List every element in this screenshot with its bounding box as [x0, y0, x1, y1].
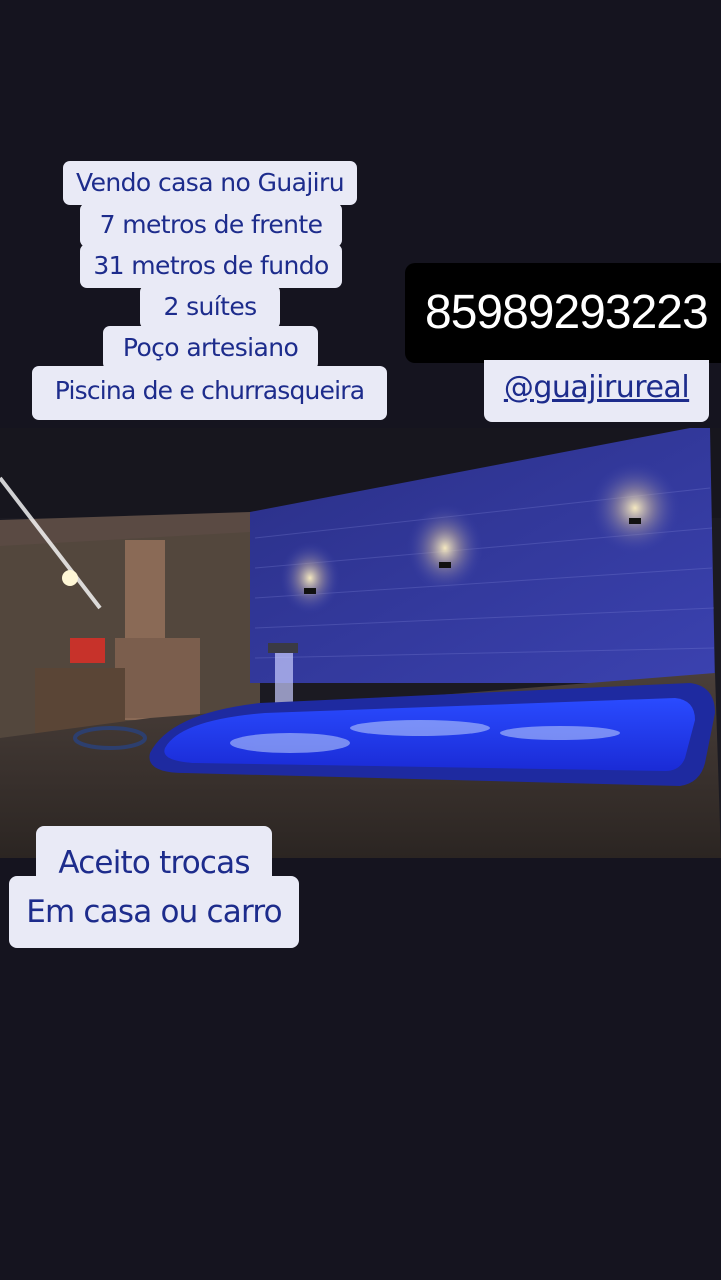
instagram-handle[interactable]: @guajirureal [484, 360, 709, 422]
caption-line-title: Vendo casa no Guajiru [63, 161, 357, 205]
caption-line-depth: 31 metros de fundo [80, 244, 342, 288]
caption-line-suites: 2 suítes [140, 285, 280, 329]
caption-line-frontage: 7 metros de frente [80, 203, 342, 247]
caption-line-pool: Piscina de e churrasqueira [32, 366, 387, 420]
phone-number[interactable]: 85989293223 [405, 263, 721, 363]
caption-line-well: Poço artesiano [103, 326, 318, 370]
pool-photo [0, 428, 721, 858]
trade-line-2: Em casa ou carro [9, 876, 299, 948]
